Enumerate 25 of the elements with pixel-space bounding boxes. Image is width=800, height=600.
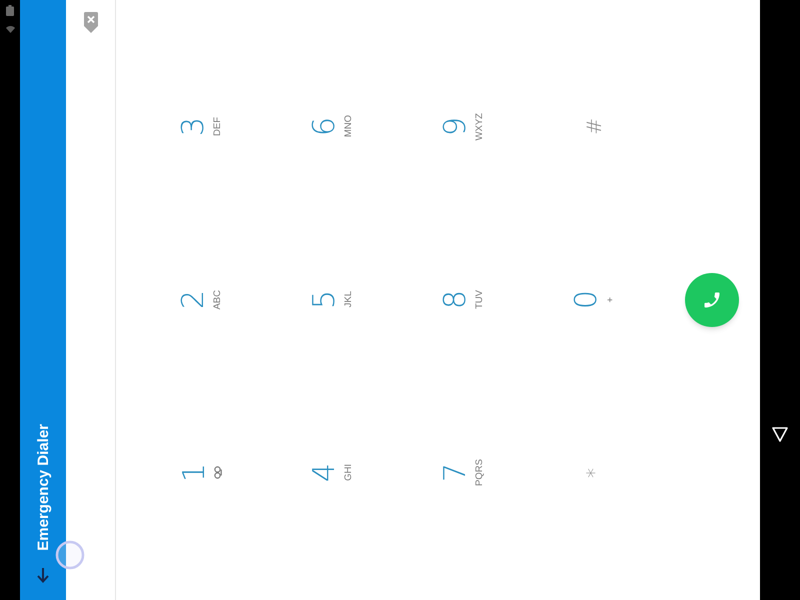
- backspace-button[interactable]: [82, 12, 98, 33]
- dial-key[interactable]: #: [584, 118, 604, 135]
- touch-ring-icon: [54, 539, 86, 571]
- dialer-title: Emergency Dialer: [36, 424, 50, 551]
- wifi-icon: [6, 25, 14, 33]
- dial-key[interactable]: 9 WXYZ: [440, 112, 484, 140]
- nav-back-button[interactable]: [772, 427, 788, 442]
- dial-key[interactable]: 2 ABC: [178, 290, 222, 310]
- back-button[interactable]: [37, 568, 49, 583]
- voicemail-icon: [214, 466, 222, 479]
- battery-icon: [6, 5, 14, 16]
- dial-key[interactable]: 7 PQRS: [440, 459, 484, 486]
- call-button[interactable]: [684, 273, 738, 327]
- dial-key[interactable]: *: [584, 468, 604, 478]
- phone-icon: [702, 290, 722, 310]
- triangle-icon: [772, 427, 788, 442]
- dial-key[interactable]: 4 GHI: [310, 462, 354, 482]
- dial-key[interactable]: 5 JKL: [310, 290, 354, 310]
- dial-key[interactable]: 1: [180, 462, 222, 482]
- backspace-icon: [82, 12, 98, 33]
- dial-key[interactable]: 8 TUV: [440, 290, 484, 310]
- dial-key[interactable]: 0 +: [572, 290, 616, 310]
- dial-key[interactable]: 3 DEF: [178, 116, 222, 136]
- dial-key[interactable]: 6 MNO: [310, 115, 354, 138]
- down-arrow-icon: [37, 568, 49, 583]
